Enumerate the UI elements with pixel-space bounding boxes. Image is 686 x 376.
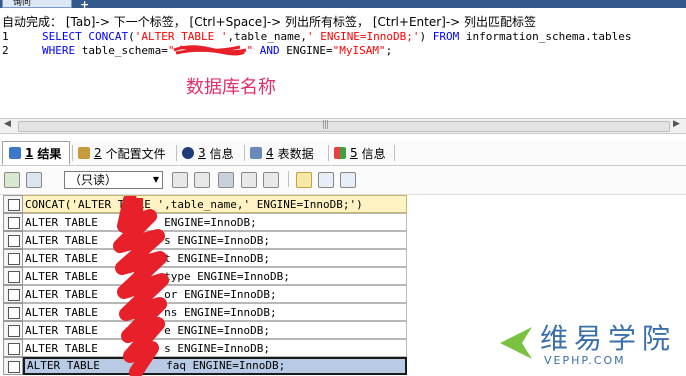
table-row[interactable]: ALTER TABLE or ENGINE=InnoDB; (3, 285, 407, 303)
add-row-icon[interactable] (172, 172, 188, 188)
info-icon (182, 147, 194, 159)
tab-info-5[interactable]: 5 信息 (328, 141, 392, 165)
redaction-scribble (113, 196, 169, 376)
sql-keyword: WHERE (42, 44, 76, 57)
readonly-select[interactable]: （只读） ▼ (64, 171, 163, 189)
line-number: 2 (2, 44, 9, 57)
info2-icon (334, 147, 346, 159)
code-text: ENGINE= (286, 44, 333, 57)
sql-keyword: AND (253, 44, 287, 57)
table-cell[interactable]: ALTER TABLE ENGINE=InnoDB; (23, 213, 407, 231)
tab-number: 5 (350, 146, 358, 160)
row-checkbox[interactable] (3, 249, 23, 267)
table-cell[interactable]: ALTER TABLE s ENGINE=InnoDB; (23, 339, 407, 357)
tab-results[interactable]: 1 结果 (2, 141, 70, 165)
code-text: ) (419, 30, 433, 43)
row-checkbox[interactable] (3, 339, 23, 357)
query-tab-bar: 询问 + (0, 0, 686, 11)
watermark-text-cn: 维易学院 (540, 322, 677, 355)
form-view-icon[interactable] (318, 172, 334, 188)
scrollbar-thumb[interactable] (18, 121, 670, 132)
table-cell[interactable]: ALTER TABLE s ENGINE=InnoDB; (23, 231, 407, 249)
tab-number: 3 (198, 146, 206, 160)
tab-number: 2 (94, 146, 102, 160)
text-view-icon[interactable] (340, 172, 356, 188)
redaction-scribble (173, 45, 247, 56)
tab-divider (394, 145, 395, 161)
result-toolbar: （只读） ▼ (0, 167, 686, 195)
table-cell[interactable]: ALTER TABLE ns ENGINE=InnoDB; (23, 303, 407, 321)
duplicate-row-icon[interactable] (194, 172, 210, 188)
row-checkbox[interactable] (3, 321, 23, 339)
tab-label: 信息 (361, 146, 386, 161)
sql-keyword: FROM (432, 30, 460, 43)
grid-icon (9, 147, 21, 159)
tab-number: 1 (25, 146, 34, 160)
scroll-right-arrow-icon[interactable]: ▶ (673, 119, 680, 129)
table-cell[interactable]: ALTER TABLE faq ENGINE=InnoDB; (23, 357, 407, 375)
export-icon[interactable] (4, 172, 20, 188)
table-row[interactable]: ALTER TABLE ns ENGINE=InnoDB; (3, 303, 407, 321)
tab-label: 表数据 (277, 146, 314, 161)
table-cell[interactable]: ALTER TABLE e ENGINE=InnoDB; (23, 321, 407, 339)
row-checkbox[interactable] (3, 303, 23, 321)
readonly-select-value: （只读） (69, 173, 118, 187)
code-text: information_schema.tables (459, 30, 632, 43)
chevron-down-icon: ▼ (152, 175, 159, 184)
scroll-left-arrow-icon[interactable]: ◀ (4, 119, 11, 129)
tab-number: 4 (266, 146, 274, 160)
cancel-icon[interactable] (263, 172, 279, 188)
import-icon[interactable] (26, 172, 42, 188)
table-cell[interactable]: ALTER TABLE type ENGINE=InnoDB; (23, 267, 407, 285)
table-cell[interactable]: ALTER TABLE or ENGINE=InnoDB; (23, 285, 407, 303)
scrollbar-grip-icon: ||| (322, 120, 329, 130)
table-row[interactable]: ALTER TABLE ENGINE=InnoDB; (3, 213, 407, 231)
query-tab[interactable]: 询问 (2, 0, 72, 8)
tab-table-data[interactable]: 4 表数据 (244, 141, 326, 165)
schema-annotation: 数据库名称 (186, 77, 276, 98)
column-header[interactable]: CONCAT('ALTER TABLE ',table_name,' ENGIN… (23, 195, 407, 213)
editor-horizontal-scrollbar[interactable]: ◀ ||| ▶ (0, 118, 686, 134)
table-row[interactable]: ALTER TABLE s ENGINE=InnoDB; (3, 339, 407, 357)
sql-string: "MyISAM" (332, 44, 386, 57)
row-checkbox[interactable] (3, 285, 23, 303)
profile-icon (78, 147, 90, 159)
tab-label: 结果 (37, 146, 62, 161)
tab-info[interactable]: 3 信息 (176, 141, 242, 165)
logo-chevron-icon (500, 327, 532, 359)
table-row-selected[interactable]: ALTER TABLE faq ENGINE=InnoDB; (3, 357, 407, 375)
select-all-checkbox[interactable] (3, 195, 23, 213)
table-row[interactable]: ALTER TABLE e ENGINE=InnoDB; (3, 321, 407, 339)
grid-view-icon[interactable] (296, 172, 312, 188)
tab-label: 信息 (209, 146, 234, 161)
code-line-1: SELECT CONCAT('ALTER TABLE ',table_name,… (42, 30, 631, 43)
toolbar-divider (288, 171, 289, 187)
row-checkbox[interactable] (3, 231, 23, 249)
table-row[interactable]: ALTER TABLE s ENGINE=InnoDB; (3, 231, 407, 249)
tab-label: 个配置文件 (105, 146, 166, 161)
grid-header-row: CONCAT('ALTER TABLE ',table_name,' ENGIN… (3, 195, 407, 213)
delete-icon[interactable] (241, 172, 257, 188)
table-data-icon (250, 147, 262, 159)
table-row[interactable]: ALTER TABLE type ENGINE=InnoDB; (3, 267, 407, 285)
watermark-logo: 维易学院 VEPHP.COM (496, 317, 686, 371)
sql-function: CONCAT (88, 30, 129, 43)
save-icon[interactable] (218, 172, 234, 188)
code-text: table_schema= (75, 44, 168, 57)
sql-string: ' ENGINE=InnoDB;' (306, 30, 420, 43)
tab-profiles[interactable]: 2 个配置文件 (72, 141, 174, 165)
sql-keyword: SELECT (42, 30, 82, 43)
new-tab-button[interactable]: + (80, 0, 89, 11)
code-text: ( (128, 30, 135, 43)
result-tabs: 1 结果 2 个配置文件 3 信息 4 表数据 5 信息 (0, 141, 686, 166)
sql-editor[interactable]: 1 2 SELECT CONCAT('ALTER TABLE ',table_n… (0, 28, 686, 116)
watermark-text-en: VEPHP.COM (544, 354, 626, 367)
row-checkbox[interactable] (3, 267, 23, 285)
row-checkbox[interactable] (3, 357, 23, 375)
row-checkbox[interactable] (3, 213, 23, 231)
line-number: 1 (2, 30, 9, 43)
code-text: ; (385, 44, 393, 57)
table-row[interactable]: ALTER TABLE t ENGINE=InnoDB; (3, 249, 407, 267)
table-cell[interactable]: ALTER TABLE t ENGINE=InnoDB; (23, 249, 407, 267)
